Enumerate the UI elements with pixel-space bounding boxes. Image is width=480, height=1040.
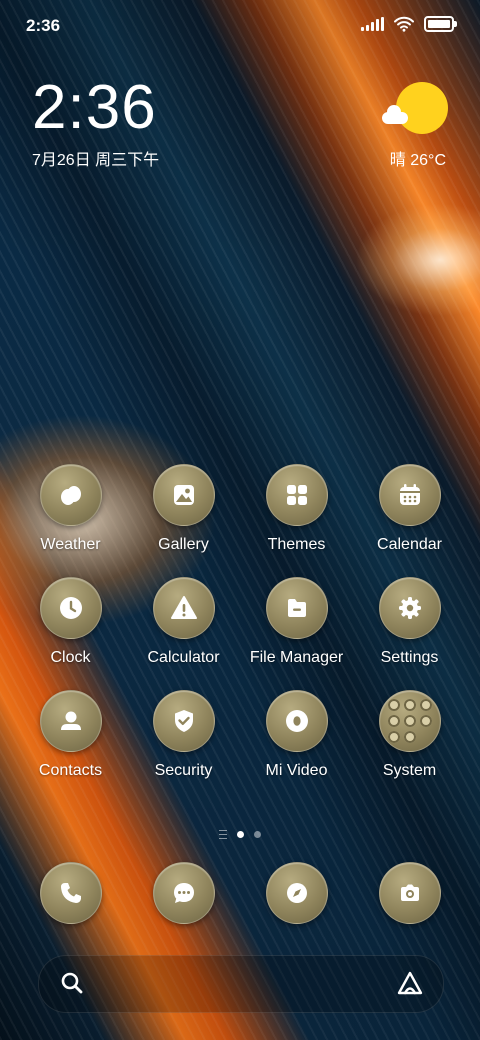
clock-date: 7月26日 周三下午 bbox=[32, 152, 160, 169]
app-settings[interactable]: Settings bbox=[353, 577, 466, 667]
mi-video-icon bbox=[265, 690, 328, 752]
clock-time: 2:36 bbox=[32, 73, 157, 142]
app-label: Settings bbox=[380, 649, 439, 666]
app-label: System bbox=[382, 762, 437, 779]
file-manager-icon bbox=[265, 577, 328, 639]
app-grid: Weather Gallery Themes Calendar Clock Ca… bbox=[14, 464, 466, 780]
clock-icon bbox=[39, 577, 102, 639]
app-themes[interactable]: Themes bbox=[240, 464, 353, 554]
search-bar[interactable] bbox=[38, 955, 444, 1013]
weather-text: 晴 26°C bbox=[389, 152, 446, 169]
cloud-icon bbox=[382, 105, 408, 124]
search-icon[interactable] bbox=[59, 970, 85, 996]
app-mi-video[interactable]: Mi Video bbox=[240, 690, 353, 780]
page-dot bbox=[254, 831, 261, 838]
app-label: Calendar bbox=[377, 536, 442, 553]
dock-browser[interactable] bbox=[240, 862, 353, 924]
app-label: Clock bbox=[50, 649, 91, 666]
camera-icon bbox=[378, 862, 441, 924]
app-security[interactable]: Security bbox=[127, 690, 240, 780]
security-icon bbox=[152, 690, 215, 752]
app-label: Calculator bbox=[147, 649, 220, 666]
app-label: File Manager bbox=[249, 649, 344, 666]
app-file-manager[interactable]: File Manager bbox=[240, 577, 353, 667]
gallery-icon bbox=[152, 464, 215, 526]
app-calendar[interactable]: Calendar bbox=[353, 464, 466, 554]
dock-phone[interactable] bbox=[14, 862, 127, 924]
page-dot-active bbox=[237, 831, 244, 838]
settings-icon bbox=[378, 577, 441, 639]
app-gallery[interactable]: Gallery bbox=[127, 464, 240, 554]
status-time: 2:36 bbox=[26, 16, 61, 35]
assistant-icon[interactable] bbox=[395, 969, 425, 999]
browser-icon bbox=[265, 862, 328, 924]
system-folder-icon bbox=[378, 690, 441, 752]
clock-widget[interactable]: 2:36 7月26日 周三下午 bbox=[32, 76, 159, 170]
battery-icon bbox=[424, 16, 457, 32]
status-icons bbox=[361, 16, 457, 32]
page-indicator[interactable] bbox=[0, 830, 480, 839]
sun-icon bbox=[396, 82, 448, 134]
app-label: Themes bbox=[267, 536, 326, 553]
app-label: Mi Video bbox=[265, 762, 328, 779]
app-system-folder[interactable]: System bbox=[353, 690, 466, 780]
app-label: Security bbox=[154, 762, 213, 779]
calendar-icon bbox=[378, 464, 441, 526]
app-clock[interactable]: Clock bbox=[14, 577, 127, 667]
warning-icon bbox=[152, 577, 215, 639]
signal-icon bbox=[361, 17, 384, 31]
wifi-icon bbox=[394, 16, 414, 32]
app-calculator[interactable]: Calculator bbox=[127, 577, 240, 667]
contacts-icon bbox=[39, 690, 102, 752]
app-weather[interactable]: Weather bbox=[14, 464, 127, 554]
themes-icon bbox=[265, 464, 328, 526]
messages-icon bbox=[152, 862, 215, 924]
app-label: Contacts bbox=[38, 762, 103, 779]
app-label: Gallery bbox=[158, 536, 209, 553]
app-contacts[interactable]: Contacts bbox=[14, 690, 127, 780]
dock-messages[interactable] bbox=[127, 862, 240, 924]
dock-camera[interactable] bbox=[353, 862, 466, 924]
page-list-icon bbox=[219, 830, 227, 839]
app-label: Weather bbox=[40, 536, 101, 553]
weather-icon bbox=[39, 464, 102, 526]
status-bar: 2:36 bbox=[0, 0, 480, 48]
dock bbox=[14, 862, 466, 924]
phone-icon bbox=[39, 862, 102, 924]
